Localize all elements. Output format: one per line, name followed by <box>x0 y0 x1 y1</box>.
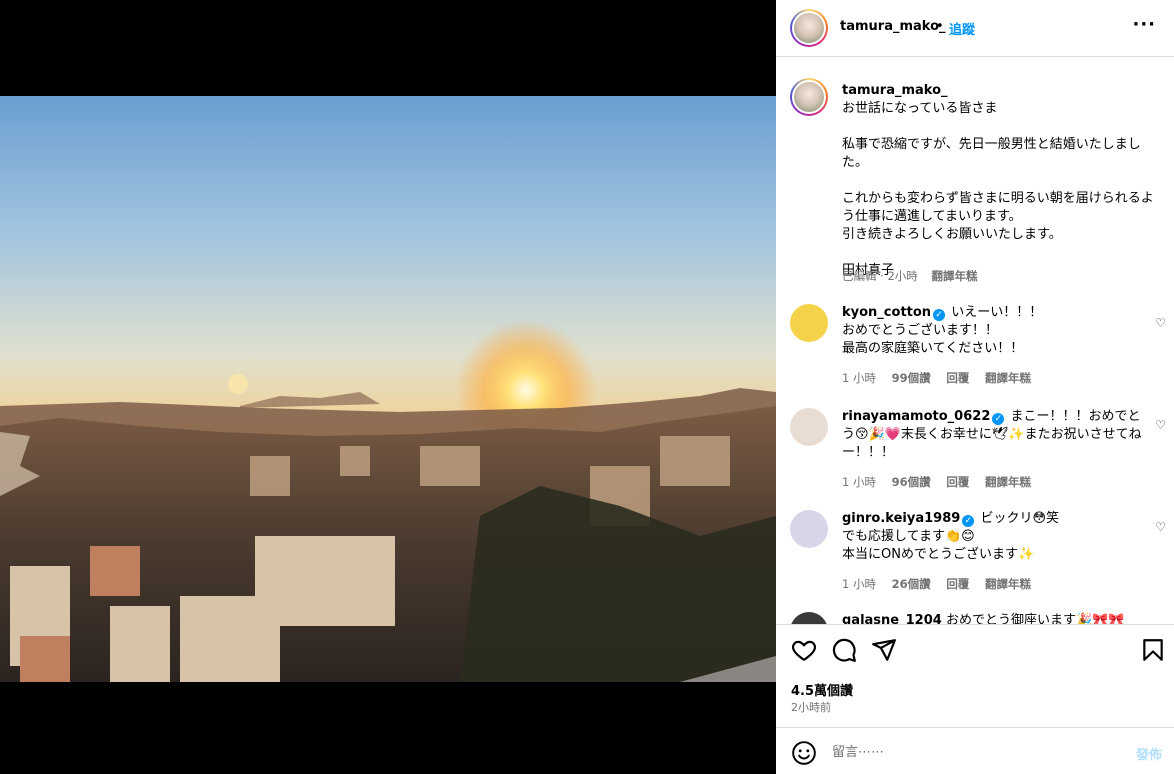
comment-translate-button[interactable]: 翻譯年糕 <box>985 577 1031 591</box>
post-actions: 4.5萬個讚 2小時前 <box>776 624 1174 724</box>
comment-input[interactable] <box>832 740 1112 764</box>
separator-dot: • <box>936 19 944 34</box>
caption-translate-button[interactable]: 翻譯年糕 <box>931 269 977 283</box>
comment-body: galasne_1204 おめでとう御座います🎉🎀🎀 <box>842 612 1142 624</box>
comment-translate-button[interactable]: 翻譯年糕 <box>985 371 1031 385</box>
comment-meta: 1 小時 96個讚 回覆 翻譯年糕 <box>842 474 1043 490</box>
heart-icon[interactable] <box>791 637 817 663</box>
comment-reply-button[interactable]: 回覆 <box>946 475 969 489</box>
more-options-icon[interactable]: ··· <box>1132 14 1156 35</box>
comments-section[interactable]: tamura_mako_ お世話になっている皆さま 私事で恐縮ですが、先日一般男… <box>776 58 1174 624</box>
comment-likes-count[interactable]: 26個讚 <box>892 577 931 591</box>
likes-count[interactable]: 4.5萬個讚 <box>791 680 853 699</box>
comment-translate-button[interactable]: 翻譯年糕 <box>985 475 1031 489</box>
commenter-username[interactable]: kyon_cotton <box>842 305 931 320</box>
verified-badge-icon: ✓ <box>933 309 946 321</box>
comment-likes-count[interactable]: 99個讚 <box>892 371 931 385</box>
caption-line1: お世話になっている皆さま <box>842 101 998 116</box>
instagram-post-modal: tamura_mako_ • 追蹤 ··· tamura_mako_ お世話にな… <box>0 0 1174 774</box>
post-photo[interactable] <box>0 96 776 682</box>
commenter-avatar[interactable] <box>790 612 828 624</box>
post-header: tamura_mako_ • 追蹤 ··· <box>776 0 1174 57</box>
commenter-avatar[interactable] <box>790 510 828 548</box>
commenter-avatar[interactable] <box>790 304 828 342</box>
post-time: 2小時前 <box>791 701 831 714</box>
sunset-cityscape-image <box>0 320 776 682</box>
comment-body: rinayamamoto_0622 ✓ まこー！！！おめでとう😚🎉💗末長くお幸せに… <box>842 408 1142 462</box>
comment-time: 1 小時 <box>842 371 876 385</box>
comment-body: kyon_cotton ✓ いえーい！！！ おめでとうございます！！ 最高の家庭築… <box>842 304 1142 358</box>
comment-meta: 1 小時 26個讚 回覆 翻譯年糕 <box>842 576 1043 592</box>
comment-icon[interactable] <box>831 637 857 663</box>
comment-body: ginro.keiya1989 ✓ ビックリ😳笑 でも応援してます👏😊 本当にON… <box>842 510 1142 564</box>
caption-avatar[interactable] <box>790 78 828 116</box>
post-side-panel: tamura_mako_ • 追蹤 ··· tamura_mako_ お世話にな… <box>776 0 1174 774</box>
commenter-username[interactable]: galasne_1204 <box>842 613 942 624</box>
verified-badge-icon: ✓ <box>992 413 1005 425</box>
comment-text: おめでとう御座います🎉🎀🎀 <box>945 613 1125 624</box>
caption-meta: 已編輯 · 2小時 翻譯年糕 <box>842 268 977 284</box>
comment-like-icon[interactable]: ♡ <box>1155 418 1166 432</box>
comment-time: 1 小時 <box>842 577 876 591</box>
caption-paragraph-3: これからも変わらず皆さまに明るい朝を届けられるよう仕事に邁進してまいります。 引… <box>842 191 1154 242</box>
post-comment-button[interactable]: 發佈 <box>1136 744 1162 763</box>
caption-username[interactable]: tamura_mako_ <box>842 83 948 98</box>
commenter-username[interactable]: rinayamamoto_0622 <box>842 409 990 424</box>
comment-like-icon[interactable]: ♡ <box>1155 316 1166 330</box>
comment-like-icon[interactable]: ♡ <box>1155 520 1166 534</box>
comment-reply-button[interactable]: 回覆 <box>946 371 969 385</box>
verified-badge-icon: ✓ <box>962 515 975 527</box>
comment-time: 1 小時 <box>842 475 876 489</box>
commenter-username[interactable]: ginro.keiya1989 <box>842 511 960 526</box>
author-avatar[interactable] <box>790 9 828 47</box>
comment-composer: 發佈 <box>776 727 1174 774</box>
caption: tamura_mako_ お世話になっている皆さま 私事で恐縮ですが、先日一般男… <box>842 82 1166 298</box>
media-pane <box>0 0 776 774</box>
comment-meta: 1 小時 99個讚 回覆 翻譯年糕 <box>842 370 1043 386</box>
caption-paragraph-2: 私事で恐縮ですが、先日一般男性と結婚いたしました。 <box>842 137 1141 170</box>
commenter-avatar[interactable] <box>790 408 828 446</box>
send-icon[interactable] <box>871 637 897 663</box>
caption-edited-time: 已編輯 · 2小時 <box>842 269 918 283</box>
emoji-icon[interactable] <box>791 740 817 766</box>
author-username[interactable]: tamura_mako_ <box>840 19 946 34</box>
bookmark-icon[interactable] <box>1140 637 1166 663</box>
comment-likes-count[interactable]: 96個讚 <box>892 475 931 489</box>
follow-button[interactable]: 追蹤 <box>949 19 975 38</box>
comment-reply-button[interactable]: 回覆 <box>946 577 969 591</box>
